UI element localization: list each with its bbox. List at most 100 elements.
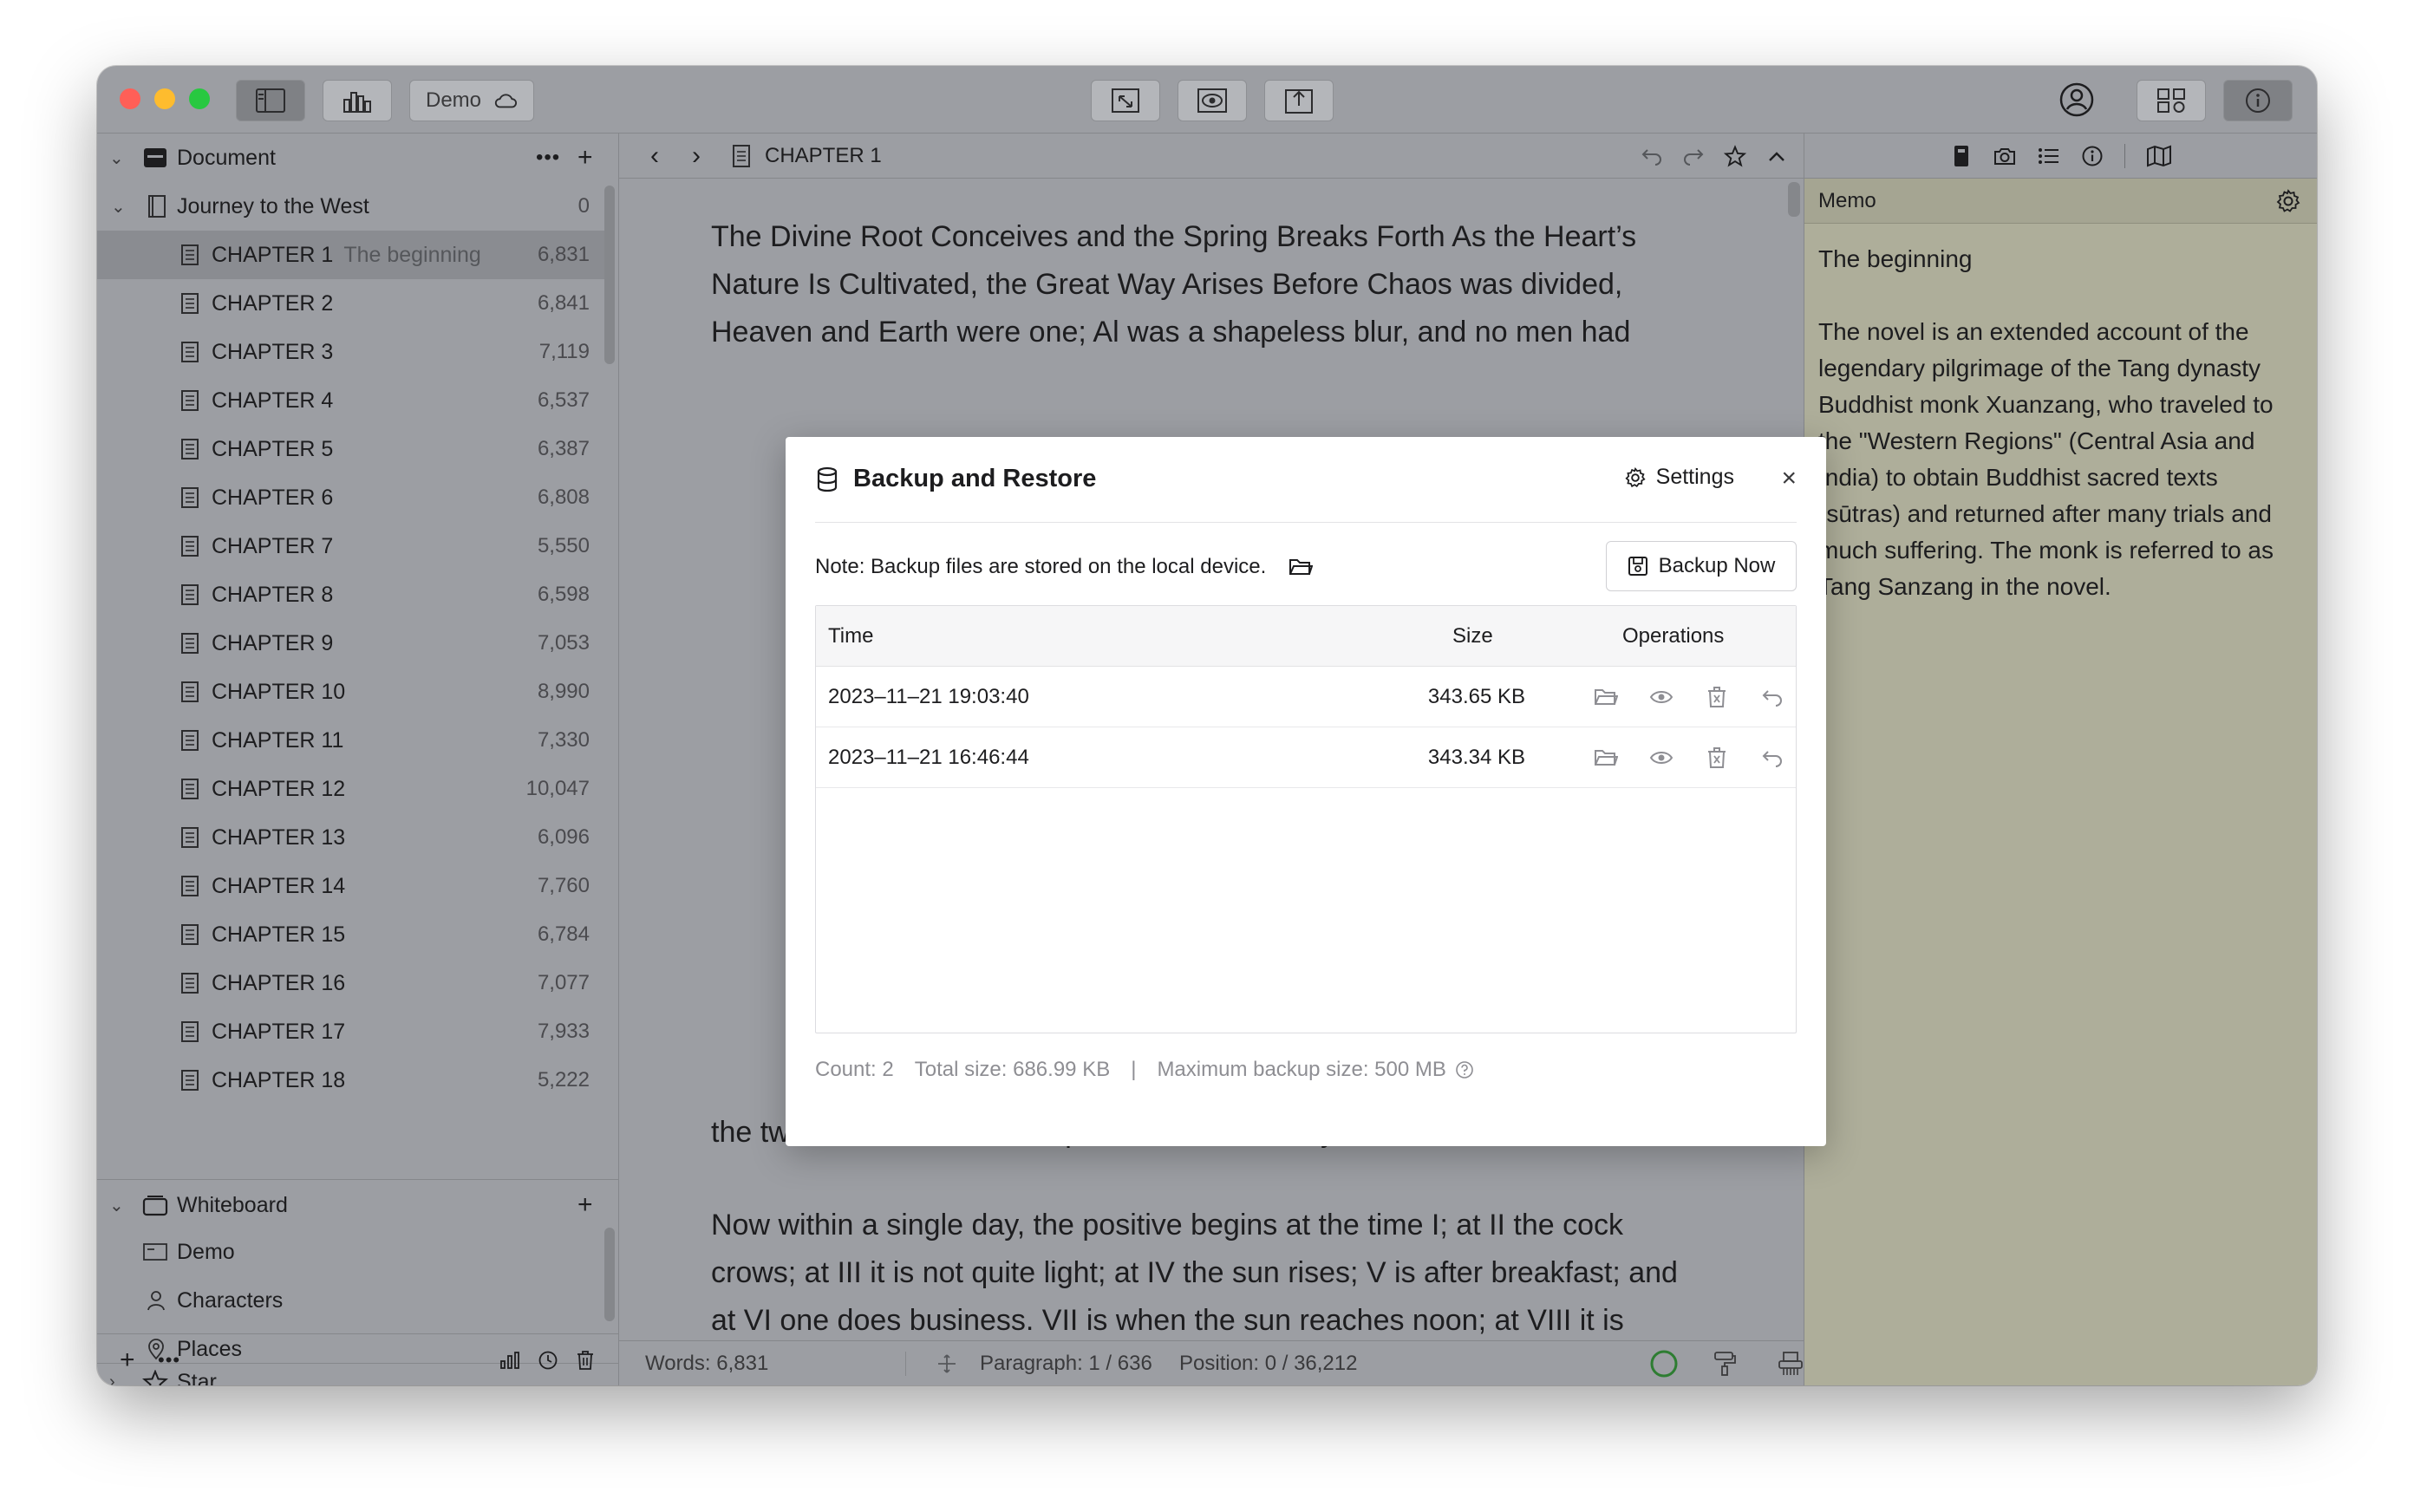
chevron-down-icon[interactable]: ⌄	[111, 196, 128, 218]
statistics-button[interactable]	[323, 80, 392, 121]
layout-button[interactable]	[2137, 80, 2206, 121]
folder-icon[interactable]	[1593, 684, 1619, 710]
close-window-button[interactable]	[120, 88, 140, 109]
chapter-title: CHAPTER 12	[212, 776, 346, 801]
inspector-toggle-button[interactable]	[2223, 80, 2293, 121]
inspector-panel: Memo The beginning The novel is an exten…	[1804, 134, 2317, 1385]
chapter-row[interactable]: CHAPTER 14 7,760	[97, 862, 609, 910]
breadcrumb[interactable]: CHAPTER 1	[765, 144, 882, 168]
fullscreen-button[interactable]	[1091, 80, 1160, 121]
chapter-title: CHAPTER 9	[212, 630, 334, 655]
gear-icon[interactable]	[2276, 188, 2300, 213]
restore-icon[interactable]	[1759, 745, 1785, 771]
notebook-icon[interactable]	[1951, 144, 1972, 168]
star-icon[interactable]	[1724, 144, 1746, 167]
document-icon	[180, 681, 199, 703]
chapter-row[interactable]: CHAPTER 10 8,990	[97, 668, 609, 716]
memo-body[interactable]: The beginning The novel is an extended a…	[1818, 241, 2304, 605]
document-section-header[interactable]: ⌄ Document ••• +	[97, 134, 609, 182]
book-count: 0	[577, 194, 590, 218]
whiteboard-scrollbar[interactable]	[604, 1228, 615, 1321]
help-icon[interactable]	[1455, 1060, 1474, 1079]
chapter-row[interactable]: CHAPTER 18 5,222	[97, 1056, 609, 1105]
whiteboard-section-header[interactable]: ⌄ Whiteboard +	[97, 1181, 609, 1229]
chapter-title: CHAPTER 14	[212, 873, 346, 898]
whiteboard-item-demo[interactable]: Demo	[97, 1228, 609, 1276]
add-icon[interactable]: +	[577, 1190, 593, 1220]
chapter-title: CHAPTER 4	[212, 388, 334, 413]
column-time: Time	[828, 624, 874, 648]
forward-icon[interactable]: ›	[692, 141, 701, 171]
chapter-row[interactable]: CHAPTER 6 6,808	[97, 473, 609, 522]
whiteboard-item-characters[interactable]: Characters	[97, 1276, 609, 1325]
settings-button[interactable]: Settings	[1625, 465, 1734, 490]
trash-icon[interactable]	[1704, 684, 1730, 710]
minimize-window-button[interactable]	[154, 88, 175, 109]
back-icon[interactable]: ‹	[650, 141, 659, 171]
add-icon[interactable]: +	[120, 1346, 135, 1375]
chapter-title: CHAPTER 16	[212, 970, 346, 995]
trash-icon[interactable]	[1704, 745, 1730, 771]
preview-button[interactable]	[1178, 80, 1247, 121]
toggle-sidebar-button[interactable]	[236, 80, 305, 121]
chapter-word-count: 6,784	[537, 922, 590, 946]
zoom-window-button[interactable]	[189, 88, 210, 109]
backup-restore-dialog: Backup and Restore Settings × Note: Back…	[786, 437, 1826, 1146]
document-scrollbar[interactable]	[604, 186, 615, 364]
chapter-row[interactable]: CHAPTER 11 7,330	[97, 716, 609, 765]
whiteboard-icon	[142, 1196, 168, 1216]
chapter-title: CHAPTER 7	[212, 533, 334, 558]
goal-progress-icon[interactable]	[1649, 1349, 1679, 1378]
list-icon[interactable]	[2038, 147, 2060, 166]
chapter-row[interactable]: CHAPTER 4 6,537	[97, 376, 609, 425]
map-icon[interactable]	[2146, 145, 2172, 167]
folder-icon[interactable]	[1593, 745, 1619, 771]
chapter-row[interactable]: CHAPTER 13 6,096	[97, 813, 609, 862]
undo-icon[interactable]	[1641, 147, 1663, 166]
more-icon[interactable]: •••	[158, 1349, 180, 1372]
paint-roller-icon[interactable]	[1713, 1351, 1738, 1377]
info-icon[interactable]	[2081, 145, 2104, 167]
chapter-row[interactable]: CHAPTER 7 5,550	[97, 522, 609, 570]
chevron-up-icon[interactable]	[1767, 149, 1786, 163]
close-icon[interactable]: ×	[1781, 466, 1797, 492]
chapter-row[interactable]: CHAPTER 15 6,784	[97, 910, 609, 959]
editor-scrollbar[interactable]	[1788, 182, 1800, 217]
chapter-row[interactable]: CHAPTER 9 7,053	[97, 619, 609, 668]
chevron-down-icon[interactable]: ⌄	[109, 147, 127, 169]
stats-icon[interactable]	[499, 1351, 520, 1370]
chapter-row[interactable]: CHAPTER 1 The beginning 6,831	[97, 231, 609, 279]
paragraph[interactable]: Now within a single day, the positive be…	[711, 1202, 1708, 1340]
chapter-row[interactable]: CHAPTER 12 10,047	[97, 765, 609, 813]
more-icon[interactable]: •••	[536, 146, 560, 170]
camera-icon[interactable]	[1993, 146, 2017, 166]
document-icon	[180, 535, 199, 557]
chapter-row[interactable]: CHAPTER 17 7,933	[97, 1007, 609, 1056]
chapter-row[interactable]: CHAPTER 8 6,598	[97, 570, 609, 619]
eye-icon[interactable]	[1648, 745, 1674, 771]
cursor-position-icon	[938, 1353, 956, 1373]
eye-icon[interactable]	[1648, 684, 1674, 710]
restore-icon[interactable]	[1759, 684, 1785, 710]
chapter-row[interactable]: CHAPTER 16 7,077	[97, 959, 609, 1007]
grid-icon	[2157, 88, 2185, 113]
export-button[interactable]	[1264, 80, 1334, 121]
chapter-row[interactable]: CHAPTER 2 6,841	[97, 279, 609, 328]
open-folder-icon[interactable]	[1289, 557, 1314, 577]
redo-icon[interactable]	[1682, 147, 1705, 166]
memo-header: Memo	[1804, 179, 2317, 224]
chevron-down-icon[interactable]: ⌄	[109, 1195, 127, 1216]
add-icon[interactable]: +	[577, 143, 593, 173]
trash-icon[interactable]	[576, 1350, 595, 1371]
paragraph[interactable]: The Divine Root Conceives and the Spring…	[711, 213, 1708, 356]
chapter-row[interactable]: CHAPTER 5 6,387	[97, 425, 609, 473]
clock-icon[interactable]	[538, 1350, 558, 1371]
project-button[interactable]: Demo	[409, 80, 534, 121]
document-icon	[180, 1020, 199, 1043]
account-button[interactable]	[2058, 81, 2095, 118]
shredder-icon[interactable]	[1778, 1351, 1804, 1377]
backup-now-button[interactable]: Backup Now	[1606, 541, 1797, 591]
title-bar: Demo	[97, 66, 2317, 134]
chapter-row[interactable]: CHAPTER 3 7,119	[97, 328, 609, 376]
book-row[interactable]: ⌄ Journey to the West 0	[97, 182, 609, 231]
